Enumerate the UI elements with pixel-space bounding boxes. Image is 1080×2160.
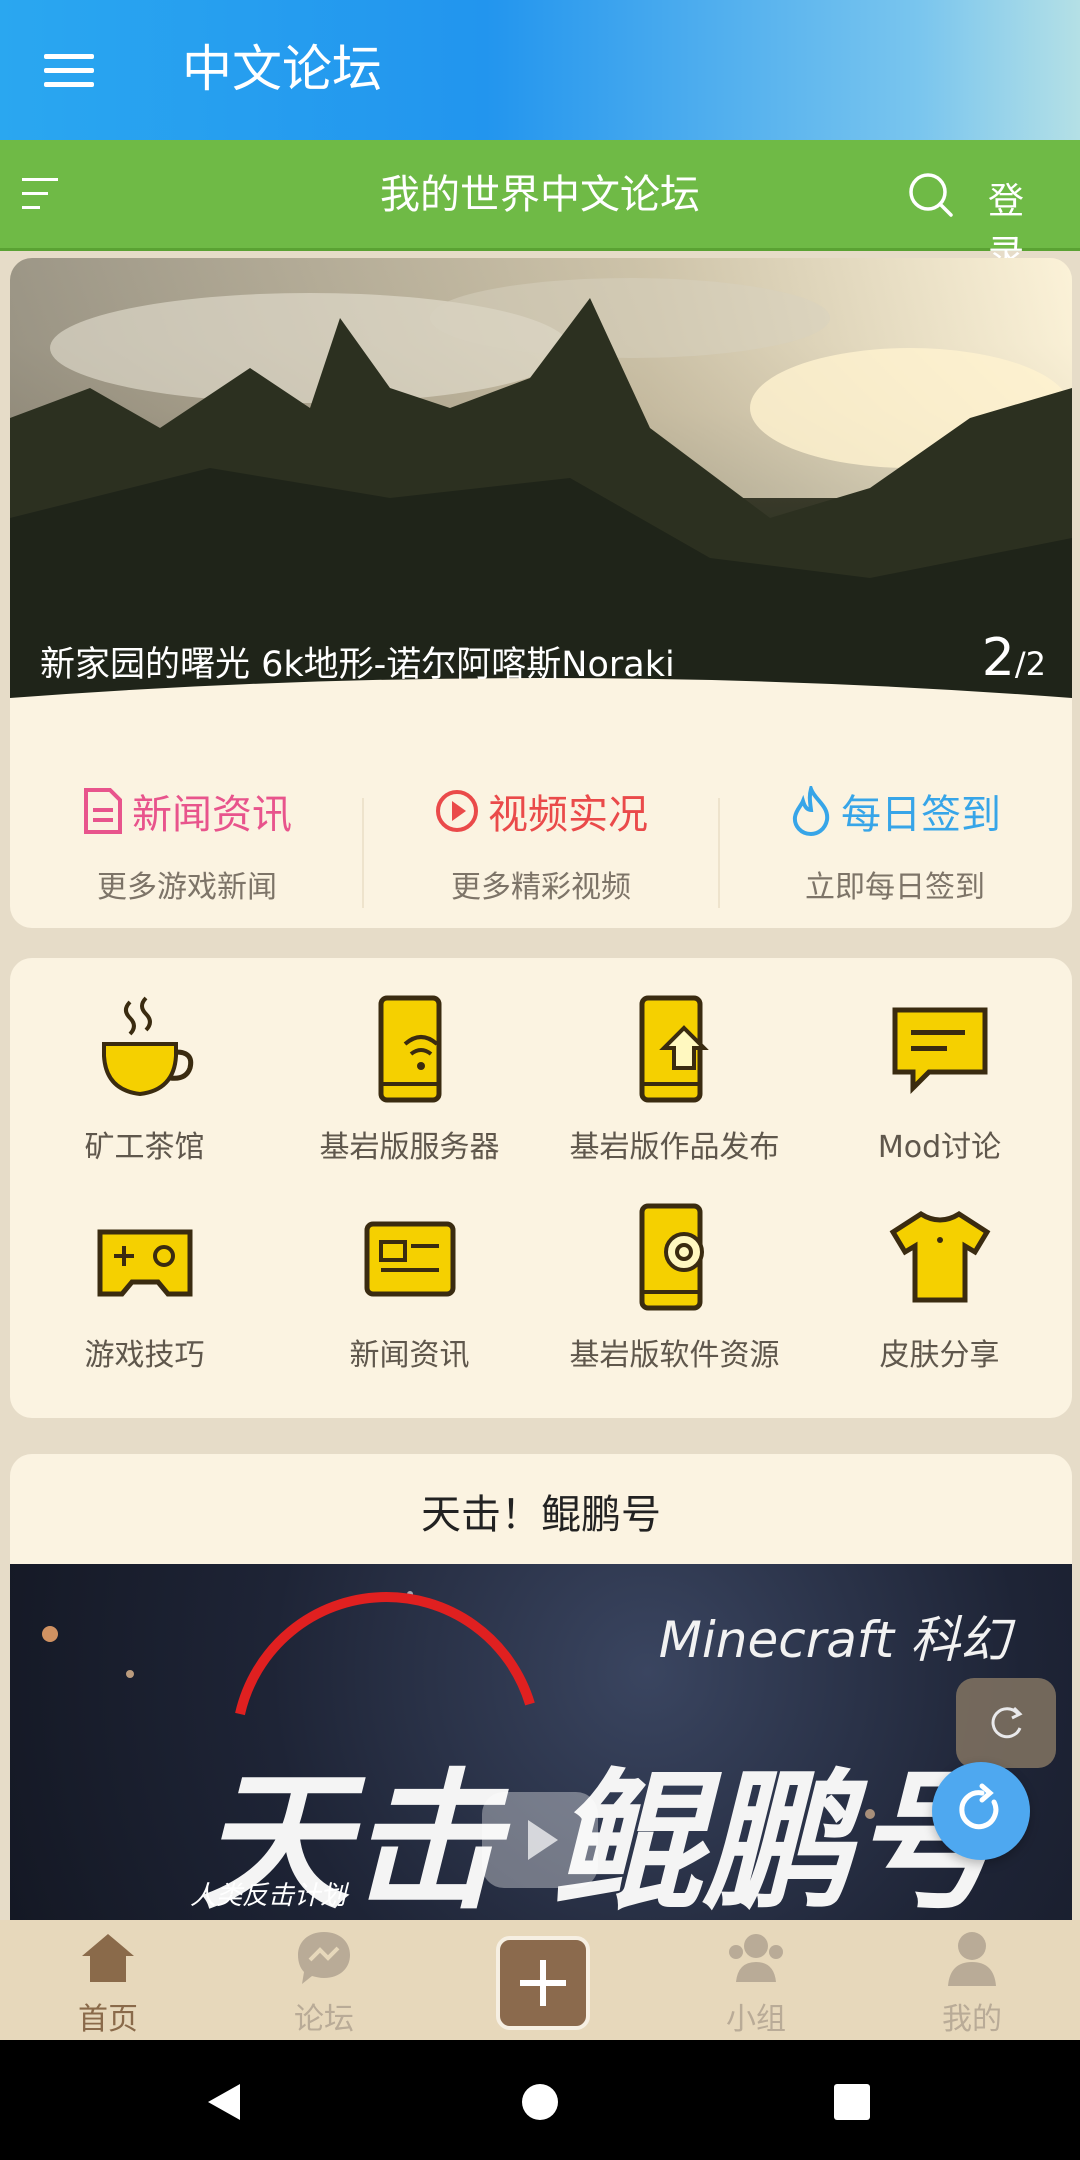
- category-bedrock-servers[interactable]: 基岩版服务器: [277, 994, 542, 1166]
- category-bedrock-software[interactable]: 基岩版软件资源: [542, 1202, 807, 1374]
- tshirt-icon: [889, 1211, 990, 1303]
- refresh-icon: [991, 1706, 1023, 1739]
- app-bar: 中文论坛: [0, 0, 1080, 140]
- quick-link-title: 新闻资讯: [132, 792, 292, 838]
- tab-label: 我的: [942, 2002, 1002, 2037]
- quick-link-checkin[interactable]: 每日签到 立即每日签到: [718, 758, 1072, 928]
- phone-upload-icon: [639, 995, 709, 1103]
- refresh-icon: [959, 1783, 999, 1830]
- category-skin-share[interactable]: 皮肤分享: [807, 1202, 1072, 1374]
- category-label: Mod讨论: [877, 1130, 1002, 1165]
- app-title: 中文论坛: [182, 40, 382, 98]
- home-nav-icon[interactable]: [520, 2082, 560, 2122]
- category-label: 基岩版软件资源: [569, 1338, 780, 1373]
- tab-label: 小组: [726, 2002, 786, 2037]
- image-title-text: Minecraft 科幻: [658, 1611, 1010, 1669]
- group-icon: [729, 1934, 783, 1982]
- category-bedrock-works[interactable]: 基岩版作品发布: [542, 994, 807, 1166]
- forum-icon: [298, 1932, 350, 1984]
- play-circle-icon: [436, 790, 478, 832]
- featured-card: 新家园的曙光 6k地形-诺尔阿喀斯Noraki 2/2 新闻资讯 更多游戏新闻: [10, 258, 1072, 928]
- quick-link-title: 视频实况: [488, 792, 648, 838]
- person-icon: [948, 1932, 996, 1986]
- category-label: 基岩版服务器: [319, 1130, 500, 1165]
- tab-me[interactable]: 我的: [864, 1920, 1080, 2040]
- document-icon: [84, 788, 122, 834]
- tab-home[interactable]: 首页: [0, 1920, 216, 2040]
- add-post-button[interactable]: [496, 1936, 590, 2030]
- category-news[interactable]: 新闻资讯: [277, 1202, 542, 1374]
- svg-text:人类反击计划: 人类反击计划: [190, 1881, 350, 1911]
- newspaper-icon: [364, 1221, 455, 1297]
- system-navigation-bar: [0, 2040, 1080, 2160]
- tab-group[interactable]: 小组: [648, 1920, 864, 2040]
- back-icon[interactable]: [204, 2082, 244, 2122]
- category-game-tips[interactable]: 游戏技巧: [12, 1202, 277, 1374]
- quick-links: 新闻资讯 更多游戏新闻 视频实况 更多精彩视频 每日签到 立即每日签到: [10, 758, 1072, 928]
- teacup-icon: [101, 996, 193, 1097]
- tab-label: 首页: [78, 2002, 138, 2037]
- category-label: 矿工茶馆: [84, 1130, 205, 1165]
- post-title: 天击！鲲鹏号: [421, 1492, 661, 1538]
- quick-link-video[interactable]: 视频实况 更多精彩视频: [364, 758, 718, 928]
- search-icon[interactable]: [906, 170, 956, 220]
- refresh-fab-button[interactable]: [932, 1762, 1030, 1860]
- gamepad-icon: [97, 1229, 192, 1297]
- banner-carousel[interactable]: 新家园的曙光 6k地形-诺尔阿喀斯Noraki 2/2: [10, 258, 1072, 738]
- chat-bubble-icon: [892, 1007, 987, 1095]
- category-label: 新闻资讯: [349, 1338, 470, 1373]
- banner-caption: 新家园的曙光 6k地形-诺尔阿喀斯Noraki: [40, 645, 675, 685]
- forum-header: 我的世界中文论坛 登 录: [0, 140, 1080, 274]
- tab-forum[interactable]: 论坛: [216, 1920, 432, 2040]
- video-play-icon[interactable]: [482, 1792, 598, 1888]
- category-grid: 矿工茶馆 基岩版服务器 基岩版作品发布 Mod讨论 游戏技巧 新闻资讯 基岩版软…: [10, 958, 1072, 1418]
- quick-link-news[interactable]: 新闻资讯 更多游戏新闻: [10, 758, 364, 928]
- quick-link-subtitle: 立即每日签到: [805, 870, 985, 905]
- bottom-tab-bar: 首页 论坛 小组 我的: [0, 1920, 1080, 2040]
- plus-icon: [520, 1960, 566, 2006]
- category-label: 基岩版作品发布: [569, 1130, 780, 1165]
- category-label: 游戏技巧: [84, 1338, 205, 1373]
- recents-icon[interactable]: [834, 2084, 870, 2120]
- phone-gear-icon: [639, 1203, 704, 1311]
- category-mod-discussion[interactable]: Mod讨论: [807, 994, 1072, 1166]
- quick-link-subtitle: 更多精彩视频: [451, 870, 631, 905]
- hamburger-menu-icon[interactable]: [44, 54, 94, 88]
- quick-link-title: 每日签到: [841, 792, 1001, 838]
- phone-wifi-icon: [378, 995, 441, 1103]
- tab-label: 论坛: [294, 2002, 354, 2037]
- flame-icon: [792, 786, 830, 836]
- quick-link-subtitle: 更多游戏新闻: [97, 870, 277, 905]
- banner-page-indicator: 2/2: [981, 628, 1046, 688]
- category-miner-teahouse[interactable]: 矿工茶馆: [12, 994, 277, 1166]
- refresh-small-button[interactable]: [956, 1678, 1056, 1768]
- home-icon: [82, 1934, 134, 1982]
- category-label: 皮肤分享: [879, 1338, 1000, 1373]
